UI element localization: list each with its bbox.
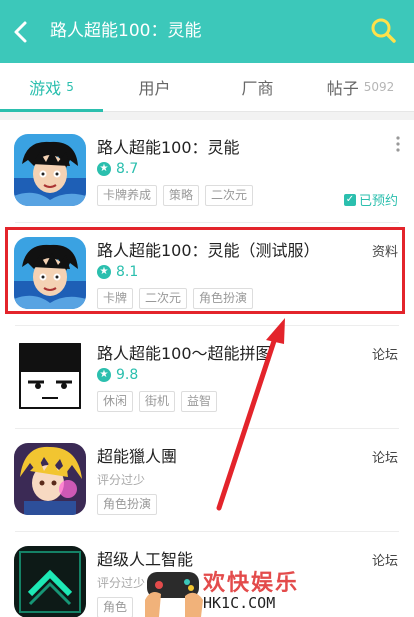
tab-count: 5092 xyxy=(363,80,395,94)
watermark-brand: 欢快娱乐 xyxy=(203,571,300,596)
reserved-label: 已预约 xyxy=(358,194,398,209)
rating: ★ 9.8 xyxy=(97,366,138,384)
tag-list: 休闲 街机 益智 xyxy=(97,391,223,412)
watermark-site: HK1C.COM xyxy=(203,594,276,612)
tab-label: 用户 xyxy=(138,79,171,98)
super-ai-icon xyxy=(14,546,86,617)
side-link[interactable]: 论坛 xyxy=(372,344,398,363)
rating-score: 9.8 xyxy=(116,367,139,383)
tab-label: 游戏 xyxy=(29,79,62,98)
more-options-icon[interactable] xyxy=(396,136,400,152)
tab-label: 帖子 xyxy=(326,79,359,98)
rating-note: 评分过少 xyxy=(97,576,146,590)
list-item[interactable]: 路人超能100：灵能（测试服） ★ 8.1 卡牌 二次元 角色扮演 资料 xyxy=(0,223,414,326)
rating-score: 8.7 xyxy=(116,161,139,177)
rating-score: 8.1 xyxy=(116,264,139,280)
tag: 街机 xyxy=(139,391,176,412)
game-title: 路人超能100：灵能 xyxy=(97,138,240,157)
star-icon: ★ xyxy=(97,162,111,176)
game-title: 路人超能100：灵能（测试服） xyxy=(97,241,320,260)
tag-list: 卡牌 二次元 角色扮演 xyxy=(97,288,259,309)
search-header: 路人超能100：灵能 xyxy=(0,0,414,63)
mob-psycho-test-icon xyxy=(14,237,86,309)
star-icon: ★ xyxy=(97,265,111,279)
tag: 二次元 xyxy=(205,185,254,206)
tag: 休闲 xyxy=(97,391,134,412)
tag: 角色 xyxy=(97,597,134,617)
tab-games[interactable]: 游戏 5 xyxy=(0,63,103,111)
list-item[interactable]: 路人超能100：灵能 ★ 8.7 卡牌养成 策略 二次元 ✓ 已预约 xyxy=(0,120,414,223)
back-arrow-icon[interactable] xyxy=(10,19,32,45)
tab-vendors[interactable]: 厂商 xyxy=(206,63,309,111)
search-icon[interactable] xyxy=(370,17,396,43)
tag: 策略 xyxy=(163,185,200,206)
tag-list: 卡牌养成 策略 二次元 xyxy=(97,185,259,206)
side-link[interactable]: 论坛 xyxy=(372,447,398,466)
tab-label: 厂商 xyxy=(241,79,274,98)
check-icon: ✓ xyxy=(343,193,356,206)
star-icon: ★ xyxy=(97,368,111,382)
hunter-team-icon xyxy=(14,443,86,515)
rating-note: 评分过少 xyxy=(97,473,146,487)
mob-face-icon xyxy=(14,340,86,412)
side-link[interactable]: 资料 xyxy=(372,241,398,260)
side-link[interactable]: 论坛 xyxy=(372,550,398,569)
tab-posts[interactable]: 帖子 5092 xyxy=(309,63,412,111)
game-title: 超能獵人團 xyxy=(97,447,178,466)
rating: ★ 8.1 xyxy=(97,263,138,281)
tag-list: 角色扮演 xyxy=(97,494,163,515)
results-list: 路人超能100：灵能 ★ 8.7 卡牌养成 策略 二次元 ✓ 已预约 路人超能1… xyxy=(0,120,414,617)
tag-list: 角色 xyxy=(97,597,139,617)
search-query[interactable]: 路人超能100：灵能 xyxy=(50,18,201,44)
game-title: 路人超能100～超能拼图 xyxy=(97,344,272,363)
tag: 卡牌 xyxy=(97,288,134,309)
list-item[interactable]: 路人超能100～超能拼图 ★ 9.8 休闲 街机 益智 论坛 xyxy=(0,326,414,429)
tag: 二次元 xyxy=(139,288,188,309)
list-item[interactable]: 超能獵人團 评分过少 角色扮演 论坛 xyxy=(0,429,414,532)
tab-users[interactable]: 用户 xyxy=(103,63,206,111)
tag: 益智 xyxy=(181,391,218,412)
tab-count: 5 xyxy=(66,80,74,94)
active-tab-indicator xyxy=(0,109,103,112)
mob-psycho-icon xyxy=(14,134,86,206)
tag: 角色扮演 xyxy=(193,288,254,309)
search-tabs: 游戏 5 用户 厂商 帖子 5092 xyxy=(0,63,414,112)
tag: 角色扮演 xyxy=(97,494,158,515)
reserved-status[interactable]: ✓ 已预约 xyxy=(343,190,398,209)
rating: ★ 8.7 xyxy=(97,160,138,178)
game-title: 超级人工智能 xyxy=(97,550,194,569)
tag: 卡牌养成 xyxy=(97,185,158,206)
